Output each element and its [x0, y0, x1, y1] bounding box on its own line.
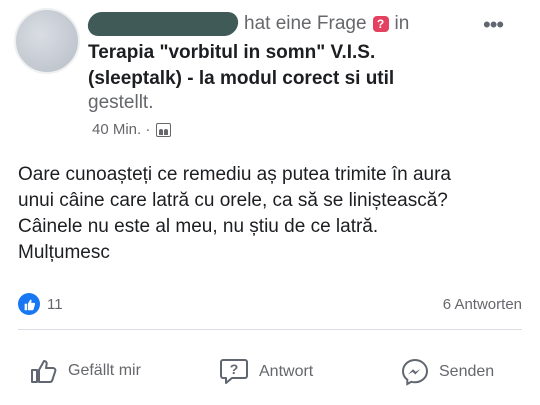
question-post-card: hat eine Frage? in Terapia "vorbitul in s… [0, 0, 540, 405]
svg-text:?: ? [230, 361, 239, 377]
post-line: Mulțumesc [18, 242, 110, 263]
header-action-line: hat eine Frage? in [244, 13, 409, 35]
like-label: Gefällt mir [68, 362, 141, 379]
like-reaction-icon [18, 293, 40, 315]
thumbs-up-icon [30, 358, 58, 384]
messenger-icon [401, 358, 429, 386]
post-line: Câinele nu este al meu, nu știu de ce la… [18, 216, 379, 237]
post-line: Oare cunoașteți ce remediu aș putea trim… [18, 164, 452, 185]
answers-count-link[interactable]: 6 Antworten [443, 296, 522, 313]
in-text: in [394, 13, 410, 34]
question-badge-icon: ? [372, 16, 389, 32]
post-time[interactable]: 40 Min. · [92, 121, 150, 138]
more-options-button[interactable]: ••• [483, 12, 504, 38]
posted-text: gestellt. [88, 92, 154, 113]
send-button[interactable]: Senden [401, 358, 494, 386]
author-avatar[interactable] [14, 8, 80, 74]
divider [18, 329, 522, 330]
send-label: Senden [439, 363, 495, 380]
question-bubble-icon: ? [219, 358, 249, 386]
post-meta: 40 Min. · [92, 121, 172, 138]
reaction-count: 11 [47, 295, 63, 313]
asked-text: hat eine Frage [244, 13, 367, 34]
group-icon [156, 122, 172, 137]
group-name-link[interactable]: Terapia "vorbitul in somn" V.I.S. (sleep… [88, 40, 458, 92]
like-button[interactable]: Gefällt mir [30, 358, 141, 384]
answer-button[interactable]: ? Antwort [219, 358, 313, 386]
post-line: unui câine care latră cu orele, ca să se… [18, 190, 448, 211]
reactions-summary[interactable]: 11 [18, 293, 63, 315]
post-text: Oare cunoașteți ce remediu aș putea trim… [18, 162, 523, 266]
answer-label: Antwort [259, 363, 314, 380]
author-name-redacted[interactable] [86, 12, 240, 36]
